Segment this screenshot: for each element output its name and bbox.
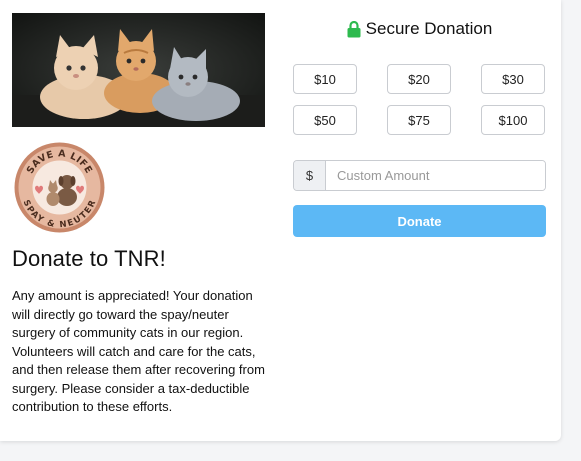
campaign-title: Donate to TNR!: [12, 246, 166, 271]
amount-button-20[interactable]: $20: [387, 64, 451, 94]
amount-button-100[interactable]: $100: [481, 105, 545, 135]
lock-icon: [347, 20, 361, 37]
amount-button-30[interactable]: $30: [481, 64, 545, 94]
amount-button-50[interactable]: $50: [293, 105, 357, 135]
amount-button-75[interactable]: $75: [387, 105, 451, 135]
spay-neuter-logo: SAVE A LIFE SPAY & NEUTER: [14, 142, 105, 233]
custom-amount-group: $: [293, 160, 546, 191]
secure-donation-header: Secure Donation: [293, 19, 546, 39]
donation-card: SAVE A LIFE SPAY & NEUTER Donate to TNR!…: [0, 0, 561, 441]
custom-amount-input[interactable]: [326, 161, 545, 190]
campaign-description: Any amount is appreciated! Your donation…: [12, 288, 265, 414]
donate-button[interactable]: Donate: [293, 205, 546, 237]
currency-addon: $: [294, 161, 326, 190]
amount-button-10[interactable]: $10: [293, 64, 357, 94]
secure-donation-label: Secure Donation: [365, 19, 493, 38]
kittens-photo: [12, 13, 265, 127]
